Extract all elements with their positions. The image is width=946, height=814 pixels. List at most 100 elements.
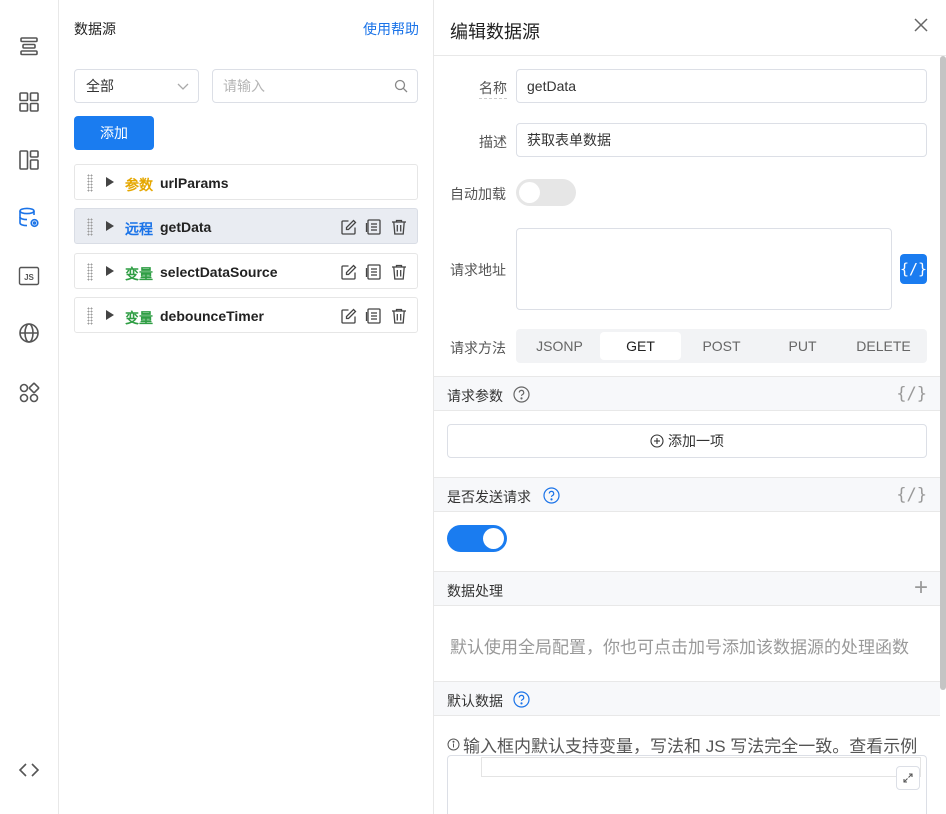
edit-datasource-panel: 编辑数据源 名称 描述 自动加载 请求地址 {/} 请求方法 JSONPGETP… [434,0,946,814]
expand-editor-button[interactable] [896,766,920,790]
description-input[interactable] [516,123,927,157]
description-label: 描述 [479,134,507,150]
datasource-name: selectDataSource [160,264,278,280]
process-section-title: 数据处理 [447,583,503,599]
drag-handle-icon[interactable] [87,218,93,236]
search-box [212,69,418,103]
copy-button[interactable] [364,262,384,282]
method-option[interactable]: JSONP [519,332,600,360]
datasource-icon [19,207,39,228]
search-input[interactable] [213,70,383,102]
process-hint-text: 默认使用全局配置，你也可点击加号添加该数据源的处理函数 [450,638,909,657]
method-option[interactable]: PUT [762,332,843,360]
delete-button[interactable] [389,217,409,237]
default-data-editor[interactable] [447,755,927,814]
edit-panel-header: 编辑数据源 [434,0,946,56]
edit-icon [341,219,357,235]
copy-button[interactable] [364,306,384,326]
js-button[interactable]: JS [14,261,44,291]
datasource-item[interactable]: 远程 getData [74,208,418,244]
datasource-item[interactable]: 变量 selectDataSource [74,253,418,289]
datasource-button[interactable] [14,203,44,233]
send-request-switch-knob [483,528,504,549]
drag-handle-icon[interactable] [87,307,93,325]
editor-active-line [481,757,921,777]
method-option[interactable]: POST [681,332,762,360]
send-code-toggle[interactable]: {/} [896,485,927,505]
expand-arrow-icon[interactable] [106,310,114,320]
params-section-title: 请求参数 [447,388,503,404]
datasource-name: getData [160,219,212,235]
delete-button[interactable] [389,262,409,282]
drag-handle-icon[interactable] [87,174,93,192]
default-data-info: 输入框内默认支持变量，写法和 JS 写法完全一致。查看示例 [447,732,917,757]
datasource-type: 变量 [125,310,153,326]
copy-icon [365,308,381,324]
chevron-down-icon [177,83,189,90]
trash-icon [392,308,406,324]
trash-icon [392,219,406,235]
layout-button[interactable] [14,145,44,175]
info-circle-icon [447,738,460,751]
globe-icon [19,323,39,343]
apps-button[interactable] [14,378,44,408]
edit-icon [341,308,357,324]
type-filter-select[interactable]: 全部 [74,69,199,103]
name-input[interactable] [516,69,927,103]
send-section-title: 是否发送请求 [447,489,531,505]
outline-button[interactable] [14,31,44,61]
js-icon-text: JS [24,273,34,282]
method-option[interactable]: GET [600,332,681,360]
code-view-button[interactable] [14,755,44,785]
delete-button[interactable] [389,306,409,326]
app-root: JS 数据源 使用帮助 全部 添加 参数 urlParams 远程 getData 变量… [0,0,946,814]
search-icon[interactable] [394,79,408,93]
globe-button[interactable] [14,318,44,348]
help-circle-icon[interactable] [513,386,530,403]
add-datasource-button[interactable]: 添加 [74,116,154,150]
method-segmented-control: JSONP GET POST PUT DELETE [516,329,927,363]
datasource-type: 远程 [125,221,153,237]
datasource-name: debounceTimer [160,308,264,324]
components-button[interactable] [14,87,44,117]
copy-icon [365,219,381,235]
method-option[interactable]: DELETE [843,332,924,360]
add-process-button[interactable]: + [914,575,928,601]
datasource-item[interactable]: 变量 debounceTimer [74,297,418,333]
type-filter-value: 全部 [86,78,114,94]
help-link[interactable]: 使用帮助 [363,19,419,39]
js-icon: JS [18,266,40,286]
copy-button[interactable] [364,217,384,237]
edit-button[interactable] [339,262,359,282]
send-request-switch[interactable] [447,525,507,552]
url-input[interactable] [516,228,892,310]
close-icon[interactable] [912,16,930,34]
datasource-actions [339,306,409,326]
send-section-header: 是否发送请求 {/} [434,477,940,512]
help-circle-icon[interactable] [513,691,530,708]
datasource-list-panel: 数据源 使用帮助 全部 添加 参数 urlParams 远程 getData 变量 sel… [59,0,434,814]
help-circle-icon[interactable] [543,487,560,504]
drag-handle-icon[interactable] [87,263,93,281]
url-code-button[interactable]: {/} [900,254,927,284]
expand-icon [903,773,913,783]
edit-button[interactable] [339,217,359,237]
default-data-section-title: 默认数据 [447,693,503,709]
method-label: 请求方法 [450,340,506,356]
expand-arrow-icon[interactable] [106,221,114,231]
edit-button[interactable] [339,306,359,326]
expand-arrow-icon[interactable] [106,177,114,187]
datasource-actions [339,217,409,237]
autoload-switch-knob [519,182,540,203]
datasource-item[interactable]: 参数 urlParams [74,164,418,200]
autoload-label: 自动加载 [450,186,506,202]
add-param-button[interactable]: 添加一项 [447,424,927,458]
autoload-switch[interactable] [516,179,576,206]
params-code-toggle[interactable]: {/} [896,384,927,404]
datasource-type: 变量 [125,266,153,282]
components-icon [19,92,39,112]
params-section-header: 请求参数 {/} [434,376,940,411]
add-param-label: 添加一项 [668,433,724,449]
expand-arrow-icon[interactable] [106,266,114,276]
vertical-scrollbar[interactable] [940,56,946,690]
